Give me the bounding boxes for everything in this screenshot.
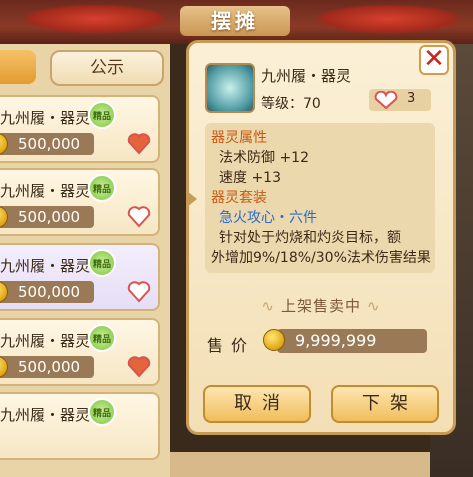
item-price: 500,000 <box>0 356 94 378</box>
banner-decoration-right <box>313 4 463 34</box>
coin-icon <box>0 281 8 303</box>
heart-icon[interactable] <box>126 354 152 378</box>
page-title: 摆摊 <box>180 6 290 36</box>
list-item[interactable]: 九州履・器灵 精品 <box>0 392 160 460</box>
flourish-right-icon: ∿ <box>367 297 381 315</box>
list-item[interactable]: 九州履・器灵 精品 500,000 <box>0 318 160 386</box>
top-banner: 摆摊 <box>0 0 473 44</box>
item-price: 500,000 <box>0 206 94 228</box>
bottom-bar <box>170 452 430 477</box>
chevron-right-icon <box>187 191 197 207</box>
item-name: 九州履・器灵 <box>261 67 352 85</box>
tab-active[interactable] <box>0 50 36 84</box>
status-text: 上架售卖中 <box>280 297 361 315</box>
like-counter[interactable]: 3 <box>369 89 431 111</box>
delist-button[interactable]: 下架 <box>331 385 439 423</box>
coin-icon <box>263 329 285 351</box>
badge-icon: 精品 <box>88 174 116 202</box>
coin-icon <box>0 206 8 228</box>
item-level: 等级：70 <box>261 96 321 112</box>
suit-title: 器灵套装 <box>211 190 267 206</box>
badge-icon: 精品 <box>88 101 116 129</box>
item-name: 九州履・器灵 <box>0 257 91 275</box>
like-count: 3 <box>407 91 416 106</box>
tab-public[interactable]: 公示 <box>50 50 164 86</box>
attribute-box: 器灵属性 法术防御 +12 速度 +13 器灵套装 急火攻心・六件 针对处于灼烧… <box>205 123 435 273</box>
suit-desc-line-1: 针对处于灼烧和灼炎目标，额 <box>219 230 401 246</box>
list-item[interactable]: 九州履・器灵 精品 500,000 <box>0 168 160 236</box>
suit-name[interactable]: 急火攻心・六件 <box>219 207 317 227</box>
attr-title: 器灵属性 <box>211 130 267 146</box>
heart-icon <box>374 91 398 109</box>
attr-speed: 速度 +13 <box>219 170 281 186</box>
item-name: 九州履・器灵 <box>0 406 91 424</box>
cancel-button[interactable]: 取消 <box>203 385 311 423</box>
badge-icon: 精品 <box>88 398 116 426</box>
coin-icon <box>0 133 8 155</box>
price-amount: 9,999,999 <box>295 331 377 350</box>
list-item[interactable]: 九州履・器灵 精品 500,000 <box>0 95 160 163</box>
banner-decoration-left <box>20 4 170 34</box>
item-name: 九州履・器灵 <box>0 332 91 350</box>
price-value: 9,999,999 <box>263 329 427 353</box>
item-name: 九州履・器灵 <box>0 182 91 200</box>
list-item[interactable]: 九州履・器灵 精品 500,000 <box>0 243 160 311</box>
item-price: 500,000 <box>0 133 94 155</box>
status-label: ∿ 上架售卖中 ∿ <box>189 295 453 316</box>
heart-icon[interactable] <box>126 131 152 155</box>
coin-icon <box>0 356 8 378</box>
price-amount: 500,000 <box>18 283 81 301</box>
item-price: 500,000 <box>0 281 94 303</box>
badge-icon: 精品 <box>88 324 116 352</box>
heart-icon[interactable] <box>126 279 152 303</box>
badge-icon: 精品 <box>88 249 116 277</box>
item-icon <box>205 63 255 113</box>
flourish-left-icon: ∿ <box>261 297 275 315</box>
price-amount: 500,000 <box>18 208 81 226</box>
item-detail-modal: ✕ 九州履・器灵 等级：70 3 器灵属性 法术防御 +12 速度 +13 器灵… <box>186 40 456 435</box>
price-amount: 500,000 <box>18 358 81 376</box>
heart-icon[interactable] <box>126 204 152 228</box>
price-label: 售价 <box>207 336 256 355</box>
close-icon[interactable]: ✕ <box>419 45 449 75</box>
suit-desc-line-2: 外增加9%/18%/30%法术伤害结果 <box>211 250 431 266</box>
attr-magic-defense: 法术防御 +12 <box>219 150 309 166</box>
item-name: 九州履・器灵 <box>0 109 91 127</box>
price-amount: 500,000 <box>18 135 81 153</box>
